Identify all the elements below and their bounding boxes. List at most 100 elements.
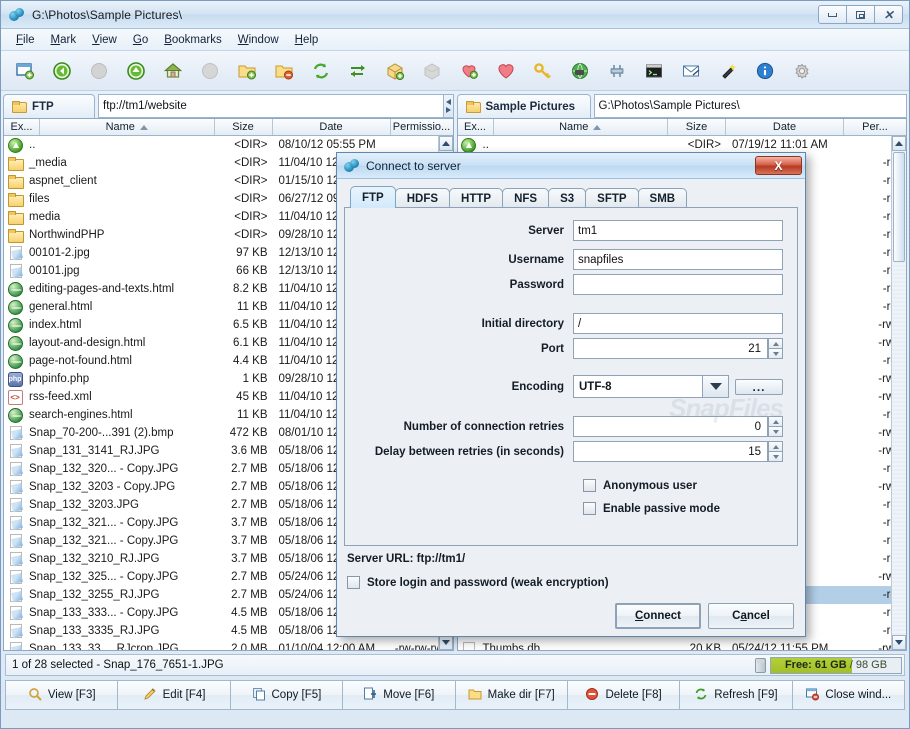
swap-panels-icon[interactable] — [344, 57, 372, 85]
back-icon[interactable] — [48, 57, 76, 85]
column-header-size[interactable]: Size — [215, 119, 273, 135]
key-icon[interactable] — [529, 57, 557, 85]
disconnect-icon[interactable] — [603, 57, 631, 85]
port-input[interactable]: 21 — [573, 338, 768, 359]
password-label: Password — [509, 278, 564, 291]
scroll-thumb[interactable] — [893, 152, 905, 262]
menu-view[interactable]: View — [85, 32, 124, 48]
menu-bookmarks[interactable]: Bookmarks — [157, 32, 229, 48]
chevron-down-icon[interactable] — [703, 375, 729, 398]
tab-s3[interactable]: S3 — [548, 188, 587, 208]
column-header-size[interactable]: Size — [668, 119, 726, 135]
initial-directory-input[interactable]: / — [573, 313, 783, 334]
port-spinner[interactable] — [768, 338, 783, 359]
menu-mark[interactable]: Mark — [44, 32, 84, 48]
menu-go[interactable]: Go — [126, 32, 155, 48]
tab-http[interactable]: HTTP — [449, 188, 504, 208]
close-button[interactable]: ✕ — [874, 5, 903, 24]
tab-hdfs[interactable]: HDFS — [394, 188, 451, 208]
table-row[interactable]: Thumbs.db 20 KB 05/24/12 11:55 PM -rwx — [458, 640, 907, 650]
passive-mode-row[interactable]: Enable passive mode — [583, 502, 783, 515]
function-button-refresh-f9[interactable]: Refresh [F9] — [679, 680, 793, 710]
home-icon[interactable] — [159, 57, 187, 85]
tab-sftp[interactable]: SFTP — [585, 188, 639, 208]
tab-ftp[interactable]: FTP — [350, 186, 396, 208]
username-input[interactable]: snapfiles — [573, 249, 783, 270]
file-size-cell: 4.4 KB — [232, 355, 268, 367]
new-folder-icon[interactable] — [233, 57, 261, 85]
passive-mode-checkbox[interactable] — [583, 502, 596, 515]
mail-icon[interactable] — [677, 57, 705, 85]
spinner-up-icon[interactable] — [768, 338, 783, 348]
scroll-up-button[interactable] — [892, 136, 906, 151]
column-header-ext[interactable]: Ex... — [458, 119, 494, 135]
right-path-input[interactable]: G:\Photos\Sample Pictures\ — [593, 94, 907, 118]
menu-help[interactable]: Help — [288, 32, 326, 48]
table-row[interactable]: Snap_133_33..._RJcrop.JPG 2.0 MB 01/10/04 … — [4, 640, 453, 650]
move-icon — [363, 687, 377, 704]
function-button-move-f6[interactable]: Move [F6] — [342, 680, 456, 710]
scroll-down-button[interactable] — [892, 635, 906, 650]
store-login-checkbox[interactable] — [347, 576, 360, 589]
retries-input[interactable]: 0 — [573, 416, 768, 437]
pack-icon[interactable] — [381, 57, 409, 85]
anonymous-user-row[interactable]: Anonymous user — [583, 479, 783, 492]
column-header-permissions[interactable]: Permissio... — [391, 119, 453, 135]
spinner-up-icon[interactable] — [768, 441, 783, 451]
encoding-row: Encoding UTF-8 ... — [355, 375, 783, 398]
settings-icon[interactable] — [788, 57, 816, 85]
connect-server-icon[interactable] — [566, 57, 594, 85]
spinner-down-icon[interactable] — [768, 426, 783, 437]
left-panel-tab[interactable]: FTP — [3, 94, 95, 118]
function-button-make-dir-f7[interactable]: Make dir [F7] — [454, 680, 568, 710]
terminal-icon[interactable] — [640, 57, 668, 85]
column-header-date[interactable]: Date — [726, 119, 844, 135]
delete-folder-icon[interactable] — [270, 57, 298, 85]
function-button-delete-f8[interactable]: Delete [F8] — [566, 680, 681, 710]
right-vertical-scrollbar[interactable] — [891, 136, 906, 650]
spinner-down-icon[interactable] — [768, 348, 783, 359]
retries-spinner[interactable] — [768, 416, 783, 437]
new-window-icon[interactable] — [11, 57, 39, 85]
encoding-combobox[interactable]: UTF-8 — [573, 375, 729, 398]
function-button-close-wind[interactable]: Close wind... — [791, 680, 905, 710]
anonymous-user-checkbox[interactable] — [583, 479, 596, 492]
info-icon[interactable] — [751, 57, 779, 85]
scroll-down-button[interactable] — [438, 635, 453, 650]
connect-button[interactable]: Connect — [615, 603, 701, 629]
column-header-name[interactable]: Name — [40, 119, 215, 135]
function-button-edit-f4[interactable]: Edit [F4] — [117, 680, 231, 710]
tab-nfs[interactable]: NFS — [502, 188, 550, 208]
favorites-icon[interactable] — [492, 57, 520, 85]
scroll-up-button[interactable] — [438, 136, 453, 151]
tab-smb[interactable]: SMB — [637, 188, 688, 208]
store-login-row[interactable]: Store login and password (weak encryptio… — [347, 576, 798, 589]
add-favorite-icon[interactable] — [455, 57, 483, 85]
right-panel-tab[interactable]: Sample Pictures — [456, 94, 591, 118]
column-header-ext[interactable]: Ex... — [4, 119, 40, 135]
delay-input[interactable]: 15 — [573, 441, 768, 462]
left-path-input[interactable]: ftp://tm1/website — [98, 94, 444, 118]
menu-window[interactable]: Window — [231, 32, 286, 48]
encoding-browse-button[interactable]: ... — [735, 378, 783, 395]
dialog-close-button[interactable]: X — [755, 156, 802, 175]
up-icon[interactable] — [122, 57, 150, 85]
sync-icon[interactable] — [307, 57, 335, 85]
server-input[interactable]: tm1 — [573, 220, 783, 241]
cancel-button[interactable]: Ca ncel — [708, 603, 794, 629]
password-input[interactable] — [573, 274, 783, 295]
minimize-button[interactable] — [818, 5, 847, 24]
tools-icon[interactable] — [714, 57, 742, 85]
maximize-button[interactable] — [846, 5, 875, 24]
delay-spinner[interactable] — [768, 441, 783, 462]
column-header-date[interactable]: Date — [273, 119, 391, 135]
column-header-permissions[interactable]: Per... — [844, 119, 906, 135]
function-button-view-f3[interactable]: View [F3] — [5, 680, 119, 710]
spinner-down-icon[interactable] — [768, 451, 783, 462]
spinner-up-icon[interactable] — [768, 416, 783, 426]
scroll-track[interactable] — [892, 151, 906, 635]
function-button-copy-f5[interactable]: Copy [F5] — [229, 680, 344, 710]
left-path-history-buttons[interactable] — [443, 94, 454, 118]
menu-file[interactable]: File — [9, 32, 42, 48]
column-header-name[interactable]: Name — [494, 119, 668, 135]
